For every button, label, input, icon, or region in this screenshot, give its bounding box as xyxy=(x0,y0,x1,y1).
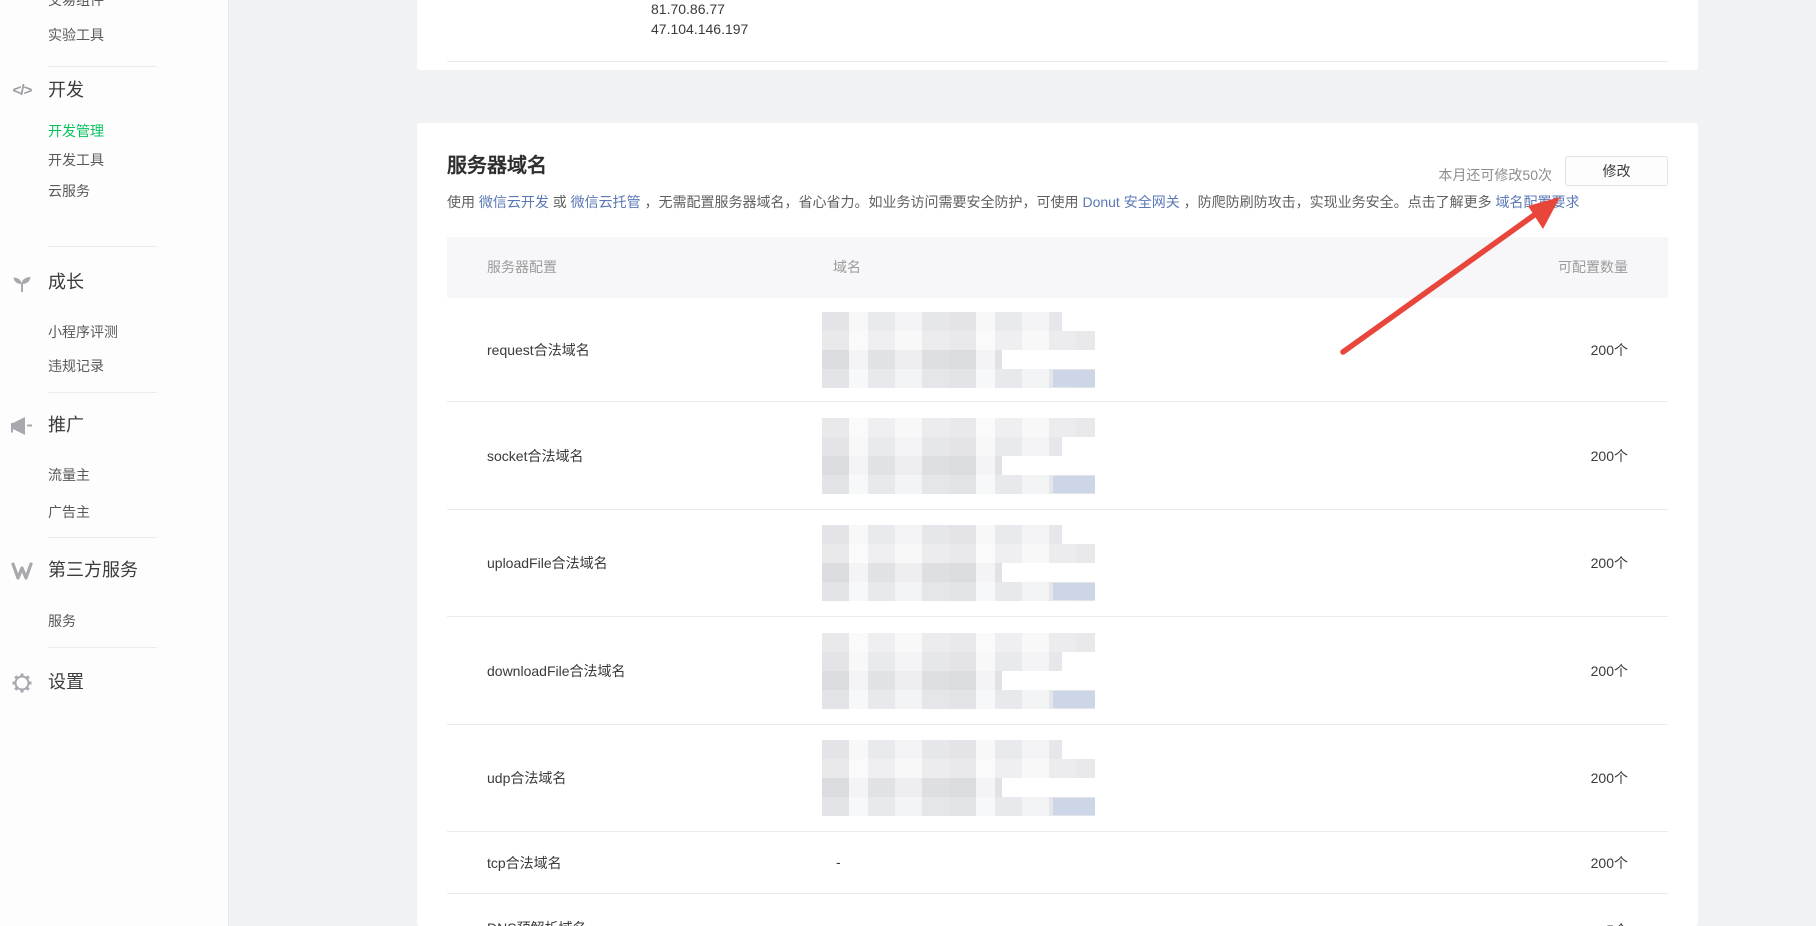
redacted-domain-values xyxy=(822,312,1095,388)
sidebar-item-experiment-tools[interactable]: 实验工具 xyxy=(48,26,104,45)
column-header-server-config: 服务器配置 xyxy=(487,237,557,298)
row-label: DNS预解析域名 xyxy=(487,918,587,926)
link-donut-gateway[interactable]: Donut 安全网关 xyxy=(1082,194,1179,210)
description: 使用 微信云开发 或 微信云托管 ，无需配置服务器域名，省心省力。如业务访问需要… xyxy=(447,192,1579,213)
sidebar-divider xyxy=(48,246,157,247)
sidebar-section-dev[interactable]: 开发 xyxy=(48,78,84,103)
row-count: 200个 xyxy=(1591,446,1628,466)
row-label: socket合法域名 xyxy=(487,446,583,466)
sidebar-divider xyxy=(48,392,157,393)
link-domain-config-requirements[interactable]: 域名配置要求 xyxy=(1495,194,1579,210)
table-row-uploadfile: uploadFile合法域名 200个 xyxy=(447,510,1668,617)
redacted-domain-values xyxy=(822,740,1095,816)
domain-value-empty: - xyxy=(822,854,841,872)
table-row-request: request合法域名 200个 xyxy=(447,298,1668,402)
redacted-domain-values xyxy=(822,418,1095,494)
redacted-domain-values xyxy=(822,633,1095,709)
description-text: 使用 xyxy=(447,194,479,210)
description-text: 或 xyxy=(549,194,571,210)
table-row-tcp: tcp合法域名 - 200个 xyxy=(447,832,1668,894)
domain-table: 服务器配置 域名 可配置数量 request合法域名 200个 socket合法… xyxy=(447,237,1668,926)
sidebar-section-settings[interactable]: 设置 xyxy=(48,670,84,695)
divider xyxy=(447,61,1668,62)
row-label: tcp合法域名 xyxy=(487,853,562,873)
sidebar-item-dev-tools[interactable]: 开发工具 xyxy=(48,151,104,170)
column-header-configurable-count: 可配置数量 xyxy=(1558,237,1628,298)
row-count: 200个 xyxy=(1591,553,1628,573)
sidebar-divider xyxy=(48,537,157,538)
table-row-dns-prefetch: DNS预解析域名 5个 xyxy=(447,894,1668,926)
modify-button[interactable]: 修改 xyxy=(1565,156,1668,186)
row-label: udp合法域名 xyxy=(487,768,566,788)
sidebar-item-cloud-service[interactable]: 云服务 xyxy=(48,182,90,201)
quota-remaining-text: 本月还可修改50次 xyxy=(1438,165,1552,185)
ip-address: 81.70.86.77 xyxy=(651,0,725,19)
sidebar-section-growth[interactable]: 成长 xyxy=(48,270,84,295)
megaphone-icon xyxy=(10,414,34,438)
row-label: downloadFile合法域名 xyxy=(487,661,626,681)
redacted-domain-values xyxy=(822,525,1095,601)
sidebar-item-service[interactable]: 服务 xyxy=(48,612,76,631)
sidebar-item-violation-records[interactable]: 违规记录 xyxy=(48,357,104,376)
page: 交易组件 实验工具 </> 开发 开发管理 开发工具 云服务 成长 小程序评测 … xyxy=(0,0,1816,926)
sidebar-divider xyxy=(48,66,157,67)
row-count: 200个 xyxy=(1591,340,1628,360)
link-wechat-cloud-hosting[interactable]: 微信云托管 xyxy=(571,194,641,210)
table-row-socket: socket合法域名 200个 xyxy=(447,402,1668,510)
server-domain-card: 服务器域名 本月还可修改50次 修改 使用 微信云开发 或 微信云托管 ，无需配… xyxy=(417,123,1698,926)
sidebar-item-advertiser[interactable]: 广告主 xyxy=(48,503,90,522)
description-text: ，防爬防刷防攻击，实现业务安全。点击了解更多 xyxy=(1180,194,1496,210)
column-header-domain: 域名 xyxy=(833,237,861,298)
sidebar: 交易组件 实验工具 </> 开发 开发管理 开发工具 云服务 成长 小程序评测 … xyxy=(0,0,229,926)
ip-list-card: 81.70.86.77 47.104.146.197 xyxy=(417,0,1698,70)
row-count: 5个 xyxy=(1606,920,1628,926)
gear-icon xyxy=(10,671,34,695)
sidebar-item-dev-management[interactable]: 开发管理 xyxy=(48,122,104,141)
page-title: 服务器域名 xyxy=(447,152,547,180)
sidebar-item-miniprogram-evaluation[interactable]: 小程序评测 xyxy=(48,323,118,342)
sidebar-item-trade-components[interactable]: 交易组件 xyxy=(48,0,104,10)
row-count: 200个 xyxy=(1591,768,1628,788)
link-wechat-cloud-dev[interactable]: 微信云开发 xyxy=(479,194,549,210)
row-count: 200个 xyxy=(1591,661,1628,681)
table-header-row: 服务器配置 域名 可配置数量 xyxy=(447,237,1668,298)
sidebar-divider xyxy=(48,647,157,648)
table-row-downloadfile: downloadFile合法域名 200个 xyxy=(447,617,1668,725)
third-party-icon xyxy=(10,559,34,583)
description-text: ，无需配置服务器域名，省心省力。如业务访问需要安全防护，可使用 xyxy=(641,194,1083,210)
sidebar-section-promotion[interactable]: 推广 xyxy=(48,413,84,438)
ip-address: 47.104.146.197 xyxy=(651,19,748,39)
sidebar-item-traffic-master[interactable]: 流量主 xyxy=(48,466,90,485)
row-label: uploadFile合法域名 xyxy=(487,553,608,573)
table-row-udp: udp合法域名 200个 xyxy=(447,725,1668,832)
code-icon: </> xyxy=(10,79,34,103)
sidebar-section-third-party-service[interactable]: 第三方服务 xyxy=(48,558,138,583)
sprout-icon xyxy=(10,271,34,295)
row-count: 200个 xyxy=(1591,853,1628,873)
row-label: request合法域名 xyxy=(487,340,590,360)
